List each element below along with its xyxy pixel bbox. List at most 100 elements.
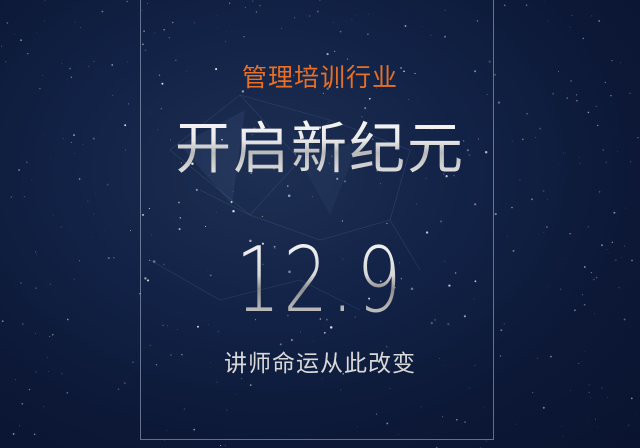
star	[591, 15, 593, 17]
star	[28, 388, 31, 391]
star	[494, 213, 497, 216]
star	[588, 391, 590, 394]
star	[570, 390, 571, 392]
star	[515, 423, 517, 425]
star	[52, 215, 54, 217]
star	[51, 333, 54, 336]
star	[22, 323, 24, 325]
star	[219, 444, 222, 447]
star	[601, 244, 603, 247]
star	[566, 97, 569, 100]
star	[611, 241, 613, 243]
event-poster: 管理培训行业 开启新纪元 12.9 讲师命运从此改变	[0, 0, 640, 448]
star	[630, 397, 633, 400]
star	[66, 391, 69, 394]
star	[583, 266, 586, 268]
star	[621, 257, 622, 258]
star	[36, 253, 37, 255]
star	[49, 336, 51, 338]
star	[582, 294, 583, 296]
star	[594, 418, 596, 420]
star	[44, 20, 45, 22]
event-date: 12.9	[70, 228, 569, 333]
star	[20, 39, 23, 42]
star	[571, 15, 573, 17]
star	[33, 433, 36, 436]
star	[569, 233, 571, 235]
star	[583, 303, 586, 306]
star	[576, 94, 578, 96]
star	[595, 276, 598, 279]
star	[35, 287, 37, 289]
star	[525, 4, 528, 7]
star	[43, 406, 44, 407]
poster-headline: 开启新纪元	[0, 104, 640, 185]
star	[569, 26, 571, 28]
star	[593, 278, 595, 281]
star	[607, 397, 608, 398]
star	[19, 425, 20, 427]
star	[546, 199, 548, 201]
star	[117, 388, 120, 391]
star	[101, 10, 104, 13]
star	[224, 444, 227, 447]
star	[14, 379, 16, 381]
star	[49, 283, 51, 285]
star	[164, 440, 165, 441]
star	[27, 53, 29, 55]
star	[598, 19, 601, 22]
star	[1, 320, 4, 323]
poster-subtitle: 管理培训行业	[241, 63, 398, 92]
star	[20, 282, 22, 285]
star	[627, 424, 630, 427]
star	[561, 435, 563, 437]
star	[123, 382, 126, 385]
star	[87, 200, 89, 202]
star	[6, 22, 9, 24]
star	[597, 426, 599, 428]
star	[12, 432, 15, 435]
star	[21, 402, 24, 405]
star	[623, 245, 625, 247]
star	[631, 259, 633, 262]
star	[79, 27, 81, 29]
star	[542, 406, 545, 409]
star	[34, 251, 37, 253]
star	[573, 309, 576, 312]
star	[623, 318, 626, 321]
star	[598, 191, 601, 193]
star	[531, 198, 533, 201]
star	[14, 33, 15, 35]
star	[542, 190, 545, 192]
star	[547, 20, 549, 22]
poster-tagline: 讲师命运从此改变	[224, 351, 416, 377]
star	[613, 211, 616, 214]
star	[608, 252, 610, 254]
star	[35, 333, 37, 334]
star	[503, 4, 506, 7]
star	[590, 397, 592, 399]
star	[593, 313, 596, 315]
star	[532, 392, 534, 394]
star	[587, 225, 590, 228]
star	[60, 226, 62, 228]
star	[93, 213, 95, 215]
star	[561, 425, 563, 427]
star	[582, 37, 585, 40]
star	[112, 94, 114, 96]
star	[10, 196, 13, 198]
star	[485, 440, 487, 442]
star	[126, 0, 128, 3]
star	[590, 271, 593, 274]
star	[74, 21, 76, 23]
star	[606, 249, 608, 251]
star	[576, 99, 578, 102]
star	[610, 94, 612, 97]
star	[543, 0, 545, 2]
star	[588, 384, 590, 386]
star	[625, 207, 626, 209]
star	[601, 387, 603, 389]
star	[511, 206, 513, 209]
star	[23, 196, 25, 198]
star	[614, 259, 617, 262]
